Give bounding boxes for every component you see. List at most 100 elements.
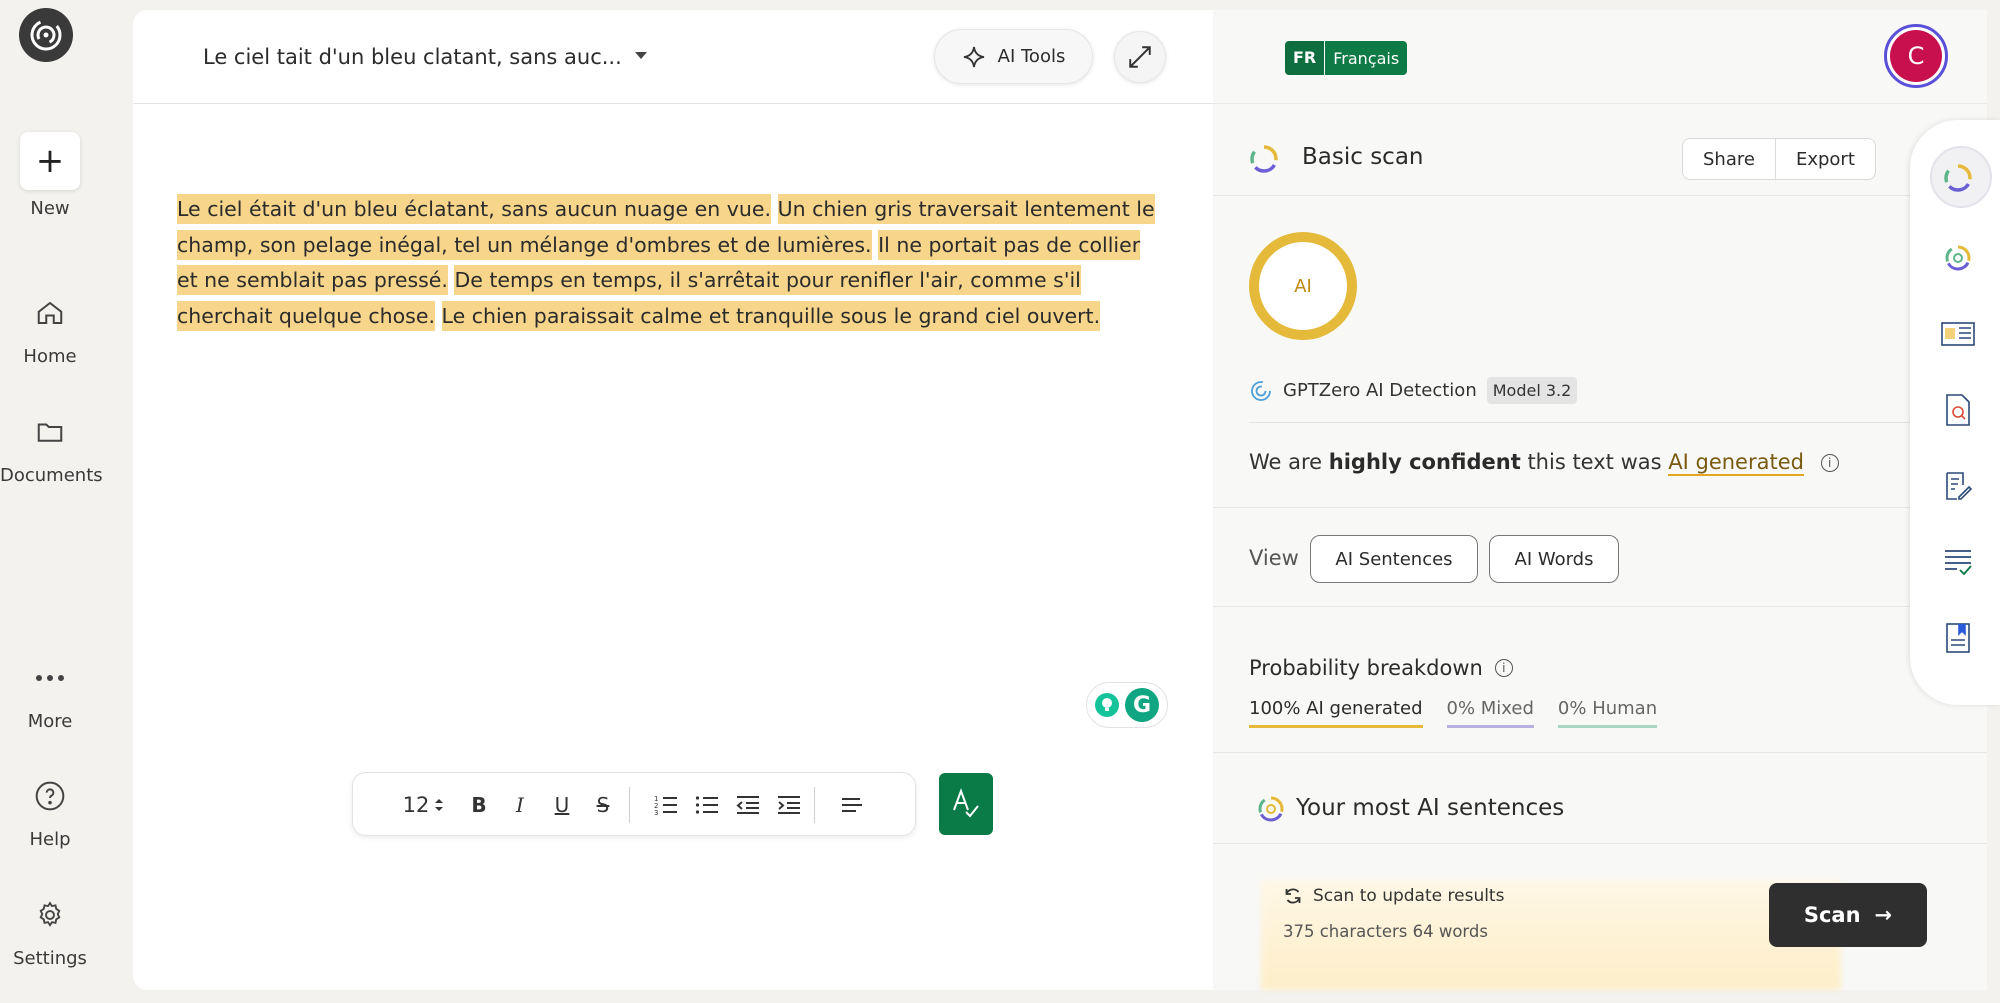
format-toolbar: 12 B I U S 123 [352, 772, 916, 836]
home-icon[interactable] [32, 295, 68, 331]
scan-title: Basic scan [1302, 144, 1424, 170]
document-title[interactable]: Le ciel tait d'un bleu clatant, sans auc… [203, 45, 622, 69]
settings-gear-icon[interactable] [32, 897, 68, 933]
basic-scan-tool-icon[interactable] [1940, 160, 1976, 196]
expand-icon [1129, 46, 1151, 68]
nav-settings-label[interactable]: Settings [0, 948, 100, 969]
spellcheck-icon [953, 788, 979, 818]
ai-score-ring: AI [1249, 232, 1357, 340]
view-selector: View AI Sentences AI Words [1213, 507, 1987, 607]
sparkle-icon [963, 46, 984, 67]
ai-sentences-icon [1258, 796, 1284, 822]
expand-button[interactable] [1114, 31, 1166, 83]
title-dropdown-icon[interactable] [635, 52, 647, 59]
user-avatar[interactable]: C [1884, 24, 1948, 88]
info-icon[interactable]: i [1820, 454, 1839, 472]
ai-score-label: AI [1294, 275, 1312, 297]
detector-row: GPTZero AI Detection Model 3.2 [1249, 377, 1578, 404]
editor-header: Le ciel tait d'un bleu clatant, sans auc… [133, 10, 1213, 104]
ai-generated-link[interactable]: AI generated [1668, 450, 1804, 476]
strikethrough-icon[interactable]: S [587, 787, 619, 823]
info-icon[interactable]: i [1494, 659, 1513, 677]
nav-home-label[interactable]: Home [0, 346, 100, 367]
new-label: New [30, 198, 70, 219]
underline-icon[interactable]: U [546, 787, 578, 823]
document-text[interactable]: Le ciel était d'un bleu éclatant, sans a… [177, 192, 1167, 334]
bullet-list-icon[interactable] [690, 787, 724, 823]
scan-update-text: Scan to update results [1313, 886, 1505, 906]
prob-human[interactable]: 0% Human [1557, 698, 1658, 728]
scan-footer: Scan to update results 375 characters 64… [1249, 860, 1953, 990]
ai-tools-button[interactable]: AI Tools [934, 29, 1093, 84]
most-ai-sentences-header: Your most AI sentences [1213, 752, 1987, 844]
scan-update-row: Scan to update results [1283, 886, 1504, 906]
help-icon[interactable] [32, 778, 68, 814]
tool-strip [1910, 120, 2000, 705]
font-size-stepper[interactable]: 12 [399, 787, 449, 823]
prob-mixed[interactable]: 0% Mixed [1446, 698, 1534, 728]
arrow-right-icon: → [1874, 903, 1893, 927]
grammarly-widget[interactable]: G [1086, 682, 1168, 728]
divider [1249, 422, 1949, 423]
stepper-arrows-icon [435, 799, 444, 811]
nav-documents-label[interactable]: Documents [0, 465, 103, 486]
confidence-prefix: We are [1249, 450, 1323, 474]
ai-tools-label: AI Tools [997, 46, 1066, 67]
new-document-button[interactable]: + [20, 132, 80, 190]
svg-text:3: 3 [654, 809, 658, 816]
character-word-count: 375 characters 64 words [1283, 922, 1488, 941]
language-badge[interactable]: FR Français [1285, 41, 1408, 75]
share-export-group: Share Export [1682, 138, 1876, 180]
bold-icon[interactable]: B [463, 787, 495, 823]
scan-header: Basic scan Share Export [1213, 104, 1987, 196]
language-code: FR [1285, 41, 1325, 75]
most-ai-sentences-title: Your most AI sentences [1296, 795, 1565, 821]
probability-tabs: 100% AI generated 0% Mixed 0% Human [1249, 698, 1658, 728]
export-button[interactable]: Export [1774, 139, 1875, 179]
confidence-strong: highly confident [1328, 450, 1521, 474]
confidence-statement: We are highly confident this text was AI… [1249, 450, 1839, 476]
sentence-highlight[interactable]: Le ciel était d'un bleu éclatant, sans a… [177, 194, 772, 224]
citation-tool-icon[interactable] [1940, 620, 1976, 656]
left-navigation: + New Home Documents More Help Settings [0, 0, 103, 1003]
lightbulb-icon[interactable] [1095, 693, 1119, 717]
plus-icon: + [35, 141, 65, 181]
indent-icon[interactable] [772, 787, 806, 823]
ai-words-button[interactable]: AI Words [1489, 535, 1619, 583]
font-size-value: 12 [402, 793, 430, 817]
sentence-highlight[interactable]: Le chien paraissait calme et tranquille … [441, 300, 1101, 331]
outdent-icon[interactable] [731, 787, 765, 823]
avatar-letter: C [1890, 30, 1942, 82]
language-name: Français [1324, 41, 1408, 75]
probability-breakdown-title: Probability breakdown i [1249, 656, 1513, 680]
gptzero-logo-icon[interactable] [19, 8, 73, 62]
nav-help-label[interactable]: Help [0, 829, 100, 850]
italic-icon[interactable]: I [504, 787, 536, 823]
grammarly-icon[interactable]: G [1125, 688, 1159, 722]
ai-sentences-button[interactable]: AI Sentences [1310, 535, 1478, 583]
scan-status-icon [1250, 145, 1278, 173]
confidence-mid: this text was [1527, 450, 1662, 474]
refresh-icon [1285, 888, 1301, 904]
scan-button[interactable]: Scan → [1769, 883, 1927, 947]
numbered-list-icon[interactable]: 123 [649, 787, 683, 823]
text-highlight-tool-icon[interactable] [1940, 316, 1976, 352]
share-button[interactable]: Share [1683, 139, 1775, 179]
nav-more-label[interactable]: More [0, 711, 100, 732]
results-panel: FR Français C Basic scan Share Export AI… [1213, 10, 1987, 990]
writing-feedback-tool-icon[interactable] [1940, 468, 1976, 504]
plagiarism-check-tool-icon[interactable] [1940, 392, 1976, 428]
more-dots-icon[interactable] [32, 660, 68, 696]
results-header: FR Français C [1213, 10, 1987, 104]
model-badge: Model 3.2 [1486, 377, 1578, 404]
grammar-check-tool-icon[interactable] [1940, 544, 1976, 580]
spellcheck-button[interactable] [939, 773, 993, 835]
toolbar-divider [814, 787, 815, 823]
advanced-scan-tool-icon[interactable] [1940, 240, 1976, 276]
gptzero-small-icon [1251, 380, 1271, 401]
probability-title-text: Probability breakdown [1249, 656, 1483, 680]
prob-ai-generated[interactable]: 100% AI generated [1249, 698, 1423, 728]
toolbar-divider [629, 787, 630, 823]
align-left-icon[interactable] [834, 787, 870, 823]
folder-icon[interactable] [32, 414, 68, 450]
